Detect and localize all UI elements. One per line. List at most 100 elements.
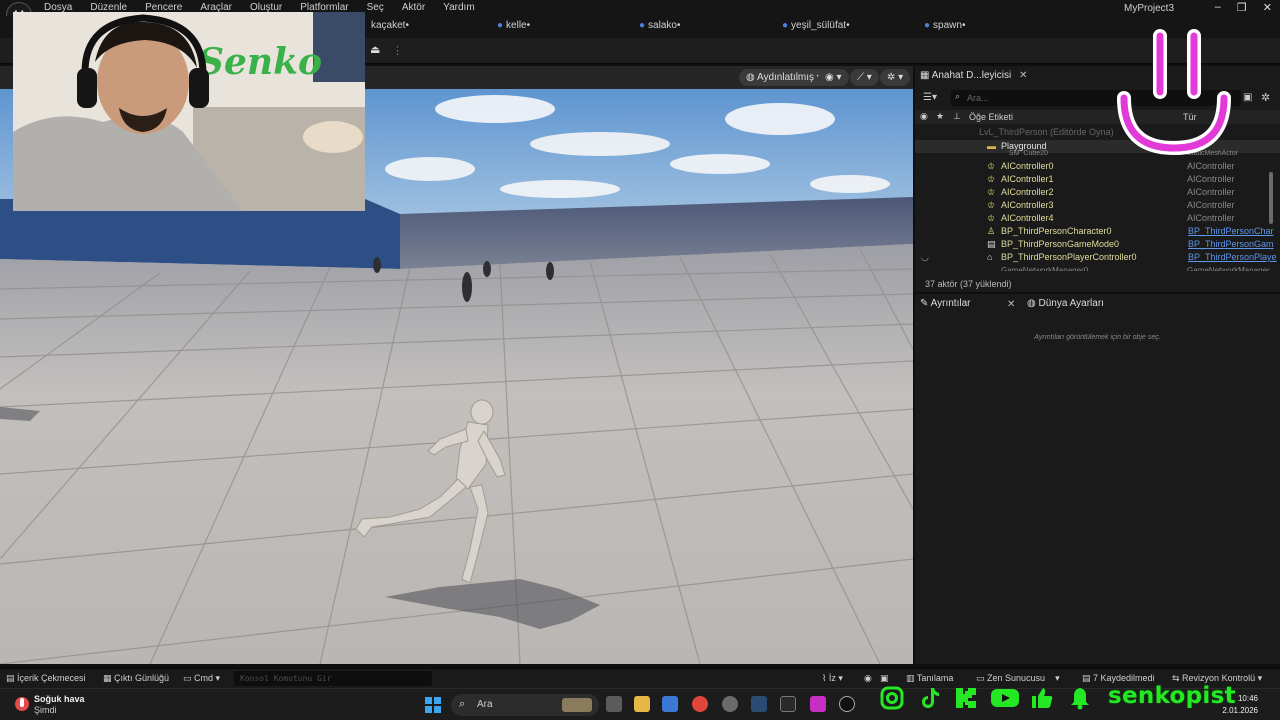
steam-icon[interactable] (751, 696, 767, 712)
pin-icon[interactable]: ⊥ (953, 111, 961, 122)
tab-details[interactable]: ✎ Ayrıntılar (920, 298, 970, 309)
controller-icon: ♔ (987, 213, 996, 223)
doc-tab-salako[interactable]: ● salako• (639, 20, 680, 31)
close-icon[interactable]: ✕ (1263, 1, 1272, 14)
outliner-icon: ▦ (920, 70, 930, 81)
table-row[interactable]: BP_ThirdPersonPlayerController0 (1001, 252, 1137, 265)
row-type: AIController (1187, 174, 1235, 184)
table-row[interactable]: AIController3 (1001, 200, 1054, 213)
gamepad-icon: ⌂ (987, 252, 993, 262)
details-empty-hint: Ayrıntıları görüntülemek için bir obje s… (1034, 334, 1161, 341)
table-row[interactable]: AIController0 (1001, 161, 1054, 174)
row-type: AIController (1187, 213, 1235, 223)
close-icon[interactable]: ✕ (1019, 70, 1027, 81)
thumbs-up-icon (1032, 688, 1053, 708)
toolbar-more-icon[interactable]: ⋮ (392, 44, 403, 57)
bell-icon (1071, 688, 1089, 710)
twitch-icon[interactable] (810, 696, 826, 712)
github-icon[interactable] (722, 696, 738, 712)
doc-tab-yesil-sulufat[interactable]: ● yeşil_sülüfat• (782, 20, 850, 31)
cmd-dropdown[interactable]: ▭ Cmd ▾ (183, 673, 220, 684)
content-drawer-button[interactable]: ▤ İçerik Çekmecesi (6, 673, 86, 684)
row-type-link[interactable]: BP_ThirdPersonGam (1188, 239, 1274, 249)
character-icon: ♙ (987, 226, 996, 236)
window-controls: – ❐ ✕ (1215, 1, 1272, 14)
controller-icon: ♔ (987, 187, 996, 197)
star-icon[interactable]: ★ (936, 111, 944, 122)
gamemode-icon: ▤ (987, 239, 996, 249)
output-log-button[interactable]: ▦ Çıktı Günlüğü (103, 673, 169, 684)
menu-item-yardim[interactable]: Yardım (443, 2, 483, 13)
settings-gear-icon[interactable]: ✲ (1261, 91, 1270, 104)
clipped-row[interactable]: SM_Cube20 (1009, 150, 1048, 156)
console-command-input[interactable]: Konsol Komutunu Gir (234, 671, 432, 686)
lit-sphere-icon: ◍ (746, 72, 755, 83)
level-row[interactable]: LvL_ThirdPerson (Editörde Oyna) (979, 127, 1114, 140)
visibility-eye-icon[interactable]: ◉ (920, 111, 928, 122)
brand-name: senkopist (1108, 683, 1236, 709)
table-row[interactable]: BP_ThirdPersonGameMode0 (1001, 239, 1119, 252)
ue-editor-window: U Dosya Düzenle Pencere Araçlar Oluştur … (0, 0, 1280, 720)
viewport-settings-dropdown[interactable]: ✲ ▾ (880, 69, 911, 86)
folder-add-icon[interactable]: ▣ (1243, 92, 1252, 103)
row-type-link[interactable]: BP_ThirdPersonChar (1188, 226, 1274, 236)
label-column-header[interactable]: Öğe Etiketi (969, 112, 1013, 122)
row-type-link[interactable]: BP_ThirdPersonPlaye (1188, 252, 1277, 262)
chrome-icon[interactable] (692, 696, 708, 712)
restore-icon[interactable]: ❐ (1237, 1, 1247, 14)
table-row[interactable]: AIController1 (1001, 174, 1054, 187)
tiktok-icon (922, 688, 939, 708)
globe-icon: ◍ (1027, 298, 1036, 309)
table-row[interactable]: AIController4 (1001, 213, 1054, 226)
windows-start-icon[interactable] (425, 697, 441, 713)
weather-icon[interactable] (13, 695, 31, 713)
kick-icon (956, 688, 976, 708)
social-overlay: senkopist (880, 682, 1240, 716)
close-icon[interactable]: ✕ (1007, 299, 1015, 310)
gear-icon: ✲ (887, 72, 896, 83)
smiley-overlay (1117, 29, 1231, 156)
task-view-icon[interactable] (606, 696, 622, 712)
search-icon: ⌕ (459, 698, 466, 710)
doc-tab-kacaket[interactable]: kaçaket• (371, 20, 409, 31)
search-highlight-image (562, 698, 592, 712)
blueprint-icon: ● (639, 20, 646, 31)
wall-sign-text: Senko (198, 41, 322, 83)
epic-games-icon[interactable] (780, 696, 796, 712)
outliner-scrollbar[interactable] (1269, 172, 1273, 224)
show-flags-dropdown[interactable]: ◉ ▾ (818, 69, 849, 86)
row-type: AIController (1187, 161, 1235, 171)
eject-icon[interactable]: ⏏ (370, 43, 384, 57)
details-panel: ✎ Ayrıntılar ✕ ◍ Dünya Ayarları Ayrıntıl… (915, 294, 1280, 664)
unreal-engine-icon[interactable] (839, 696, 855, 712)
view-mode-dropdown[interactable]: ◍ Aydınlatılmış ▾ (739, 69, 829, 86)
folder-icon: ▬ (987, 141, 996, 151)
table-row[interactable]: AIController2 (1001, 187, 1054, 200)
row-type: GameNetworkManager (1187, 266, 1270, 271)
project-title: MyProject3 (1124, 3, 1175, 14)
menu-item-sec[interactable]: Seç (367, 2, 392, 13)
visibility-toggle-icon[interactable]: ◡ (921, 252, 929, 265)
controller-icon: ♔ (987, 174, 996, 184)
transform-dropdown[interactable]: ⟋ ▾ (850, 69, 879, 86)
minimize-icon[interactable]: – (1215, 1, 1221, 14)
trace-dropdown[interactable]: ⌇ İz ▾ (822, 673, 843, 684)
table-row[interactable]: BP_ThirdPersonCharacter0 (1001, 226, 1112, 239)
table-row[interactable]: GameNetworkManager0 (1001, 266, 1088, 271)
eye-icon: ◉ (825, 72, 834, 83)
menu-item-aktor[interactable]: Aktör (402, 2, 433, 13)
doc-tab-kelle[interactable]: ● kelle• (497, 20, 530, 31)
tab-outliner[interactable]: ▦ Anahat D...leyicisi ✕ (920, 70, 1028, 81)
webcam-overlay: Senko (13, 12, 365, 211)
file-explorer-icon[interactable] (634, 696, 650, 712)
filter-icon[interactable]: ☰▾ (923, 92, 937, 103)
record-icon[interactable]: ◉ (864, 673, 872, 684)
wand-icon: ⟋ (857, 72, 864, 83)
row-type: AIController (1187, 187, 1235, 197)
blueprint-icon: ● (924, 20, 931, 31)
blueprint-icon: ● (497, 20, 504, 31)
doc-tab-spawn[interactable]: ● spawn• (924, 20, 965, 31)
store-icon[interactable] (662, 696, 678, 712)
tab-world-settings[interactable]: ◍ Dünya Ayarları (1027, 298, 1104, 309)
row-type: AIController (1187, 200, 1235, 210)
